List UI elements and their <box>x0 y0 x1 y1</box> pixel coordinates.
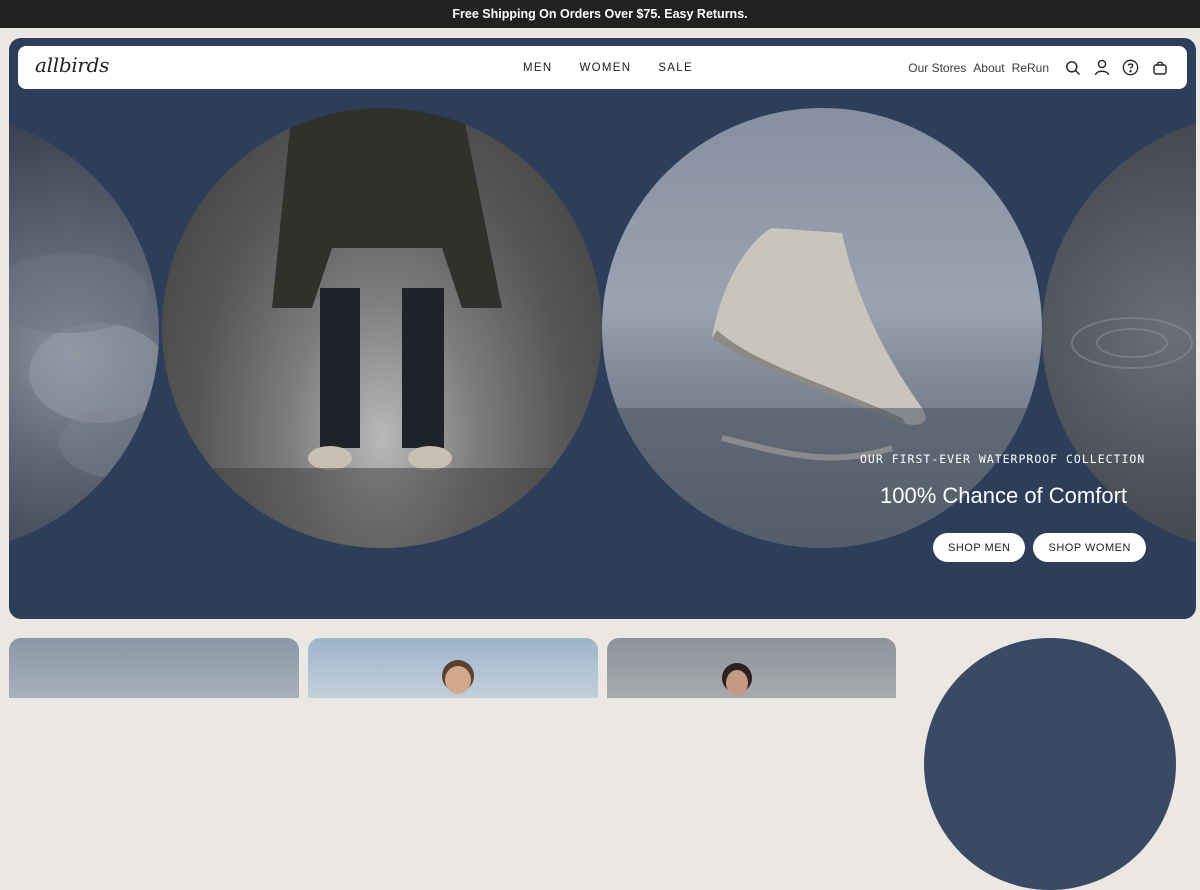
nav-sale[interactable]: SALE <box>658 62 693 74</box>
main-nav: MEN WOMEN SALE <box>523 46 693 89</box>
category-cards <box>0 638 1200 890</box>
nav-women[interactable]: WOMEN <box>579 62 631 74</box>
search-icon[interactable] <box>1063 58 1082 77</box>
person-in-rain-image <box>162 108 602 548</box>
announcement-text: Free Shipping On Orders Over $75. Easy R… <box>452 7 748 21</box>
category-card[interactable] <box>9 638 299 698</box>
nav-our-stores[interactable]: Our Stores <box>908 61 966 75</box>
category-card[interactable] <box>607 638 896 698</box>
waterproof-shoe-image <box>602 108 1042 548</box>
hero-title: 100% Chance of Comfort <box>880 483 1128 508</box>
announcement-bar: Free Shipping On Orders Over $75. Easy R… <box>0 0 1200 28</box>
secondary-nav: Our Stores About ReRun <box>908 46 1049 89</box>
cart-icon[interactable] <box>1150 58 1169 77</box>
header-icons <box>1063 46 1169 89</box>
account-icon[interactable] <box>1092 58 1111 77</box>
help-icon[interactable] <box>1121 58 1140 77</box>
category-card[interactable] <box>308 638 598 698</box>
nav-rerun[interactable]: ReRun <box>1012 61 1049 75</box>
storm-clouds-image <box>9 113 159 553</box>
category-circle-card[interactable] <box>924 638 1176 890</box>
hero-eyebrow: OUR FIRST-EVER WATERPROOF COLLECTION <box>860 452 1146 466</box>
nav-about[interactable]: About <box>973 61 1004 75</box>
hero-buttons: SHOP MEN SHOP WOMEN <box>933 533 1146 562</box>
brand-logo[interactable]: allbirds <box>35 53 109 77</box>
shop-women-button[interactable]: SHOP WOMEN <box>1033 533 1146 562</box>
hero-banner: allbirds MEN WOMEN SALE Our Stores About… <box>9 38 1196 619</box>
site-header: allbirds MEN WOMEN SALE Our Stores About… <box>18 46 1187 89</box>
nav-men[interactable]: MEN <box>523 62 552 74</box>
shop-men-button[interactable]: SHOP MEN <box>933 533 1026 562</box>
